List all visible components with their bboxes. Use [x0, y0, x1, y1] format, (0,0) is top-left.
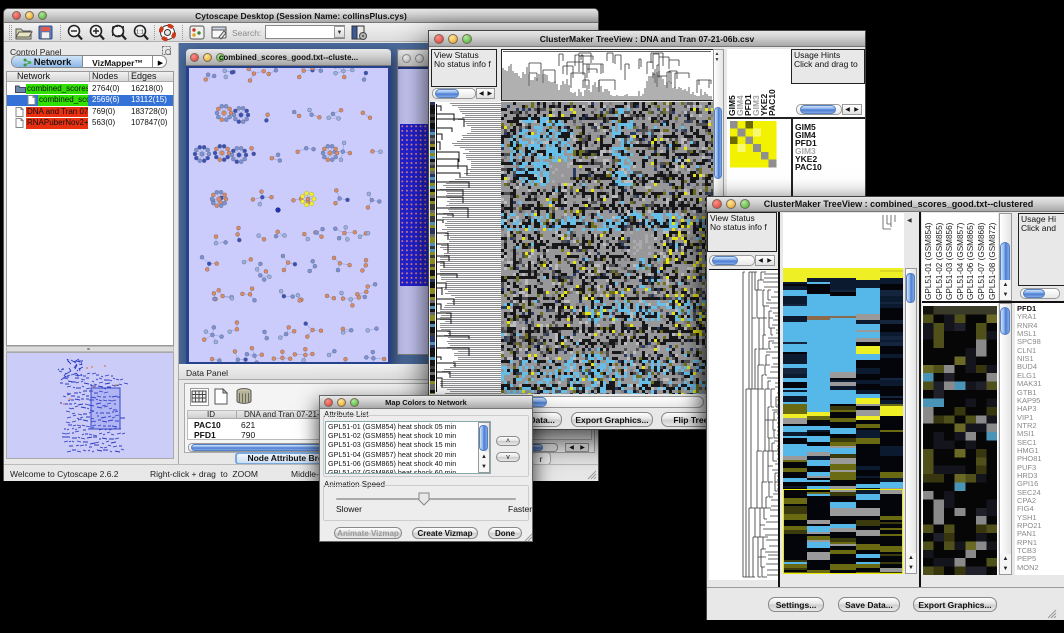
svg-text:MON2: MON2	[1017, 563, 1039, 572]
svg-text:GPL51-07 (GSM868): GPL51-07 (GSM868)	[977, 222, 986, 300]
svg-text:FIG4: FIG4	[1017, 504, 1034, 513]
svg-text:GPI16: GPI16	[1017, 479, 1038, 488]
svg-text:GPL51-03 (GSM856): GPL51-03 (GSM856)	[945, 222, 954, 300]
svg-text:MSI1: MSI1	[1017, 429, 1035, 438]
svg-text:SPC98: SPC98	[1017, 337, 1041, 346]
svg-text:GPL51-06 (GSM865): GPL51-06 (GSM865)	[966, 222, 975, 300]
svg-text:YRA1: YRA1	[1017, 312, 1037, 321]
svg-text:GPL51-08 (GSM872): GPL51-08 (GSM872)	[988, 222, 997, 300]
svg-text:PHO81: PHO81	[1017, 454, 1042, 463]
svg-text:PAC10: PAC10	[767, 89, 777, 116]
svg-text:GPL51-01 (GSM854): GPL51-01 (GSM854)	[924, 222, 933, 300]
svg-text:BUD4: BUD4	[1017, 362, 1037, 371]
svg-text:1:1: 1:1	[136, 30, 144, 36]
svg-text:HAP3: HAP3	[1017, 404, 1037, 413]
svg-text:GPL51-02 (GSM855): GPL51-02 (GSM855)	[935, 222, 944, 300]
svg-text:GPL51-04 (GSM857): GPL51-04 (GSM857)	[956, 222, 965, 300]
svg-text:MAK31: MAK31	[1017, 379, 1042, 388]
svg-text:PEP5: PEP5	[1017, 554, 1036, 563]
svg-text:PAN1: PAN1	[1017, 529, 1036, 538]
